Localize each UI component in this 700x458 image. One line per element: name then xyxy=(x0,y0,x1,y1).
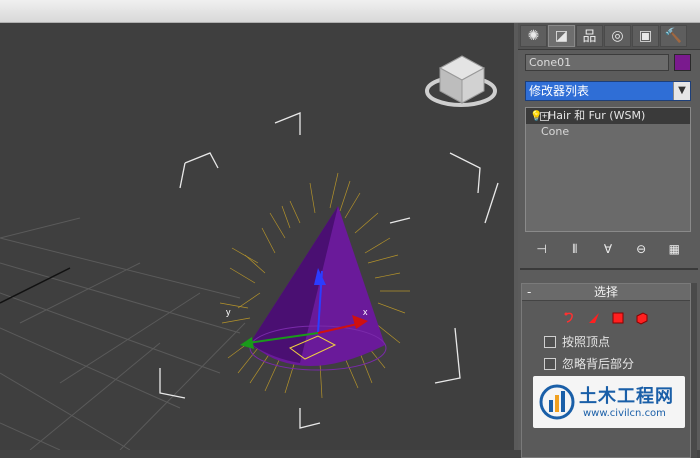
show-end-result-icon[interactable]: ⫴ xyxy=(565,242,585,257)
command-panel-tabs: ✺ ◪ 品 ◎ ▣ 🔨 xyxy=(518,23,700,50)
utilities-tab-icon[interactable]: 🔨 xyxy=(660,25,687,47)
cone-object xyxy=(249,206,387,371)
stack-item-hair-fur[interactable]: 💡 + Hair 和 Fur (WSM) xyxy=(526,108,690,124)
configure-sets-icon[interactable]: ▦ xyxy=(664,242,684,256)
checkbox-label: 忽略背后部分 xyxy=(562,357,635,371)
pin-stack-icon[interactable]: ⊣ xyxy=(532,242,552,256)
modifier-stack: 💡 + Hair 和 Fur (WSM) Cone xyxy=(525,107,691,232)
selection-rollout: - 选择 按照顶点 忽略背后部分 xyxy=(521,283,691,458)
app-title-bar xyxy=(0,0,700,23)
watermark-logo-icon xyxy=(539,384,575,420)
watermark-title: 土木工程网 xyxy=(579,386,674,407)
modify-tab-icon[interactable]: ◪ xyxy=(548,25,575,47)
object-color-swatch[interactable] xyxy=(674,54,691,71)
by-vertex-checkbox[interactable] xyxy=(544,336,556,348)
expand-icon[interactable]: + xyxy=(540,112,549,121)
selection-level-icons xyxy=(522,309,690,327)
polygon-select-icon[interactable] xyxy=(610,310,626,326)
chevron-down-icon[interactable]: ▼ xyxy=(673,82,690,100)
element-select-icon[interactable] xyxy=(634,310,650,326)
axis-label-x: x xyxy=(363,307,368,317)
axis-label-y: y xyxy=(226,307,231,317)
stack-item-label: Hair 和 Fur (WSM) xyxy=(548,109,646,122)
motion-tab-icon[interactable]: ◎ xyxy=(604,25,631,47)
site-watermark: 土木工程网 www.civilcn.com xyxy=(533,376,685,428)
hierarchy-tab-icon[interactable]: 品 xyxy=(576,25,603,47)
make-unique-icon[interactable]: ∀ xyxy=(598,242,618,256)
checkbox-label: 按照顶点 xyxy=(562,335,611,349)
selection-rollout-header[interactable]: - 选择 xyxy=(522,284,690,301)
rollout-title: 选择 xyxy=(593,285,618,299)
modifier-list-label: 修改器列表 xyxy=(529,84,590,98)
ground-grid xyxy=(0,217,246,450)
viewport-scene: y x xyxy=(0,55,499,450)
watermark-url: www.civilcn.com xyxy=(583,408,666,419)
stack-item-cone[interactable]: Cone xyxy=(526,124,690,140)
stack-item-label: Cone xyxy=(541,125,570,138)
viewcube-widget xyxy=(425,55,497,107)
stack-toolbar: ⊣ ⫴ ∀ ⊖ ▦ xyxy=(525,238,691,260)
object-name-field[interactable]: Cone01 xyxy=(525,54,669,71)
create-tab-icon[interactable]: ✺ xyxy=(520,25,547,47)
display-tab-icon[interactable]: ▣ xyxy=(632,25,659,47)
panel-divider xyxy=(520,268,698,270)
ignore-backfacing-checkbox-row: 忽略背后部分 xyxy=(522,355,690,373)
perspective-viewport[interactable]: y x xyxy=(0,23,514,450)
panel-scrollbar[interactable] xyxy=(691,283,697,458)
face-select-icon[interactable] xyxy=(586,310,602,326)
collapse-icon[interactable]: - xyxy=(527,284,531,300)
remove-modifier-icon[interactable]: ⊖ xyxy=(631,242,651,256)
ignore-backfacing-checkbox[interactable] xyxy=(544,358,556,370)
modifier-list-dropdown[interactable]: 修改器列表 ▼ xyxy=(525,81,691,101)
guide-select-icon[interactable] xyxy=(562,310,578,326)
by-vertex-checkbox-row: 按照顶点 xyxy=(522,333,690,351)
